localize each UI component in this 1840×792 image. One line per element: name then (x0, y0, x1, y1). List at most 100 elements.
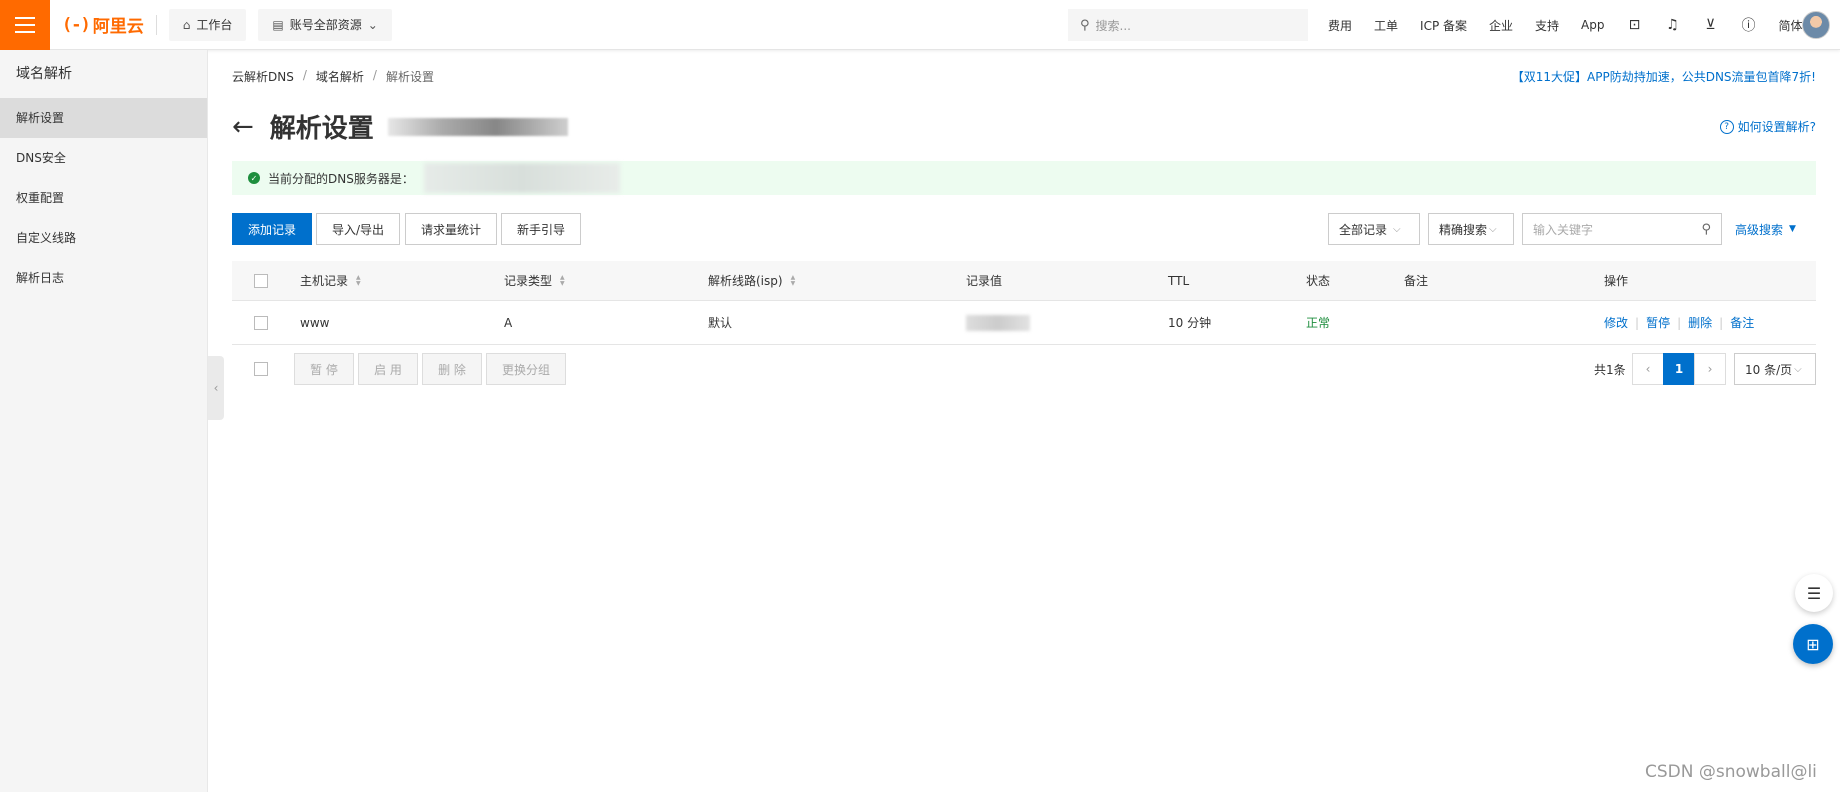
advanced-search-label: 高级搜索 (1735, 222, 1784, 237)
bulk-enable-button[interactable]: 启 用 (358, 353, 418, 385)
guide-button[interactable]: 新手引导 (501, 213, 581, 245)
prev-page-button[interactable]: ‹ (1632, 353, 1664, 385)
delete-record-link[interactable]: 删除 (1688, 314, 1712, 331)
keyword-placeholder: 输入关键字 (1533, 222, 1594, 237)
chat-icon: ☰ (1806, 583, 1822, 603)
sidebar: 域名解析 解析设置 DNS安全 权重配置 自定义线路 解析日志 (0, 50, 208, 792)
workbench-button[interactable]: ⌂ 工作台 (168, 8, 247, 41)
language-switch[interactable]: 简体 (1779, 17, 1803, 34)
home-icon: ⌂ (182, 17, 191, 32)
action-separator: | (1677, 315, 1682, 330)
cell-actions: 修改 | 暂停 | 删除 | 备注 (1604, 301, 1754, 344)
terminal-icon[interactable]: ⊡ (1627, 17, 1643, 33)
sidebar-collapse-button[interactable]: ‹ (208, 356, 224, 420)
status-badge: 正常 (1306, 316, 1331, 330)
col-remark: 备注 (1404, 274, 1429, 288)
top-links: 费用 工单 ICP 备案 企业 支持 App ⊡ ♫ ⊻ ⓘ 简体 (1328, 0, 1825, 50)
chevron-down-icon: ⌵ (1794, 363, 1802, 375)
hamburger-menu-button[interactable] (0, 0, 50, 50)
billing-link[interactable]: 费用 (1328, 17, 1352, 34)
col-host-label: 主机记录 (300, 274, 349, 288)
sort-icon: ▲ ▼ (560, 273, 565, 287)
search-icon[interactable]: ⚲ (1701, 222, 1711, 237)
breadcrumb-domain[interactable]: 域名解析 (316, 68, 364, 85)
col-value: 记录值 (966, 274, 1003, 288)
keyword-search-input[interactable]: 输入关键字 ⚲ (1522, 213, 1722, 245)
search-mode-value: 精确搜索 (1439, 222, 1488, 237)
sidebar-header[interactable]: 域名解析 (0, 50, 207, 98)
remark-record-link[interactable]: 备注 (1730, 314, 1754, 331)
chevron-left-icon: ‹ (213, 381, 219, 395)
row-checkbox[interactable] (254, 315, 268, 330)
enterprise-link[interactable]: 企业 (1489, 17, 1513, 34)
col-ttl: TTL (1168, 273, 1190, 288)
bulk-select-checkbox[interactable] (254, 362, 268, 376)
col-type[interactable]: 记录类型 ▲ ▼ (504, 261, 565, 300)
apps-icon: ⊞ (1806, 634, 1820, 654)
global-search-input[interactable]: ⚲ 搜索... (1068, 9, 1308, 41)
cell-line: 默认 (708, 316, 733, 330)
chevron-down-icon: ⌄ (367, 17, 378, 32)
help-link[interactable]: ? 如何设置解析? (1719, 118, 1816, 135)
record-filter-select[interactable]: 全部记录 ⌵ (1328, 213, 1420, 245)
search-mode-select[interactable]: 精确搜索 ⌵ (1428, 213, 1514, 245)
bulk-actions-bar: 暂 停 启 用 删 除 更换分组 共1条 ‹ 1 › 10 条/页 ⌵ (232, 353, 1816, 385)
caret-down-icon: ▼ (1789, 224, 1796, 234)
next-page-button[interactable]: › (1694, 353, 1726, 385)
col-line-label: 解析线路(isp) (708, 274, 783, 288)
resources-dropdown[interactable]: ▤ 账号全部资源 ⌄ (258, 8, 392, 41)
col-status: 状态 (1306, 274, 1331, 288)
ticket-link[interactable]: 工单 (1374, 17, 1398, 34)
pager-total: 共1条 (1594, 362, 1626, 377)
sidebar-item-dns-security[interactable]: DNS安全 (0, 138, 207, 178)
top-navbar: (-) 阿里云 ⌂ 工作台 ▤ 账号全部资源 ⌄ ⚲ 搜索... 费用 工单 I… (0, 0, 1840, 50)
search-icon: ⚲ (1080, 17, 1090, 33)
app-link[interactable]: App (1581, 18, 1604, 32)
page-size-select[interactable]: 10 条/页 ⌵ (1734, 353, 1816, 385)
edit-record-link[interactable]: 修改 (1604, 314, 1628, 331)
col-line[interactable]: 解析线路(isp) ▲ ▼ (708, 261, 795, 300)
chevron-right-icon: › (1707, 362, 1713, 376)
bulk-pause-button[interactable]: 暂 停 (294, 353, 354, 385)
breadcrumb-dns[interactable]: 云解析DNS (232, 68, 294, 85)
page-size-value: 10 条/页 (1745, 362, 1793, 377)
dns-server-notice: ✓ 当前分配的DNS服务器是： (232, 161, 1816, 195)
advanced-search-toggle[interactable]: 高级搜索 ▼ (1735, 213, 1796, 245)
divider (155, 14, 157, 35)
brand-name: 阿里云 (92, 17, 144, 37)
question-icon: ? (1719, 119, 1734, 134)
search-placeholder: 搜索... (1095, 18, 1131, 33)
change-group-button[interactable]: 更换分组 (486, 353, 566, 385)
select-all-checkbox[interactable] (254, 273, 268, 288)
breadcrumb: 云解析DNS / 域名解析 / 解析设置 (232, 68, 434, 85)
breadcrumb-separator: / (302, 68, 307, 82)
col-host[interactable]: 主机记录 ▲ ▼ (300, 261, 361, 300)
cart-icon[interactable]: ⊻ (1703, 17, 1719, 33)
sidebar-item-custom-line[interactable]: 自定义线路 (0, 218, 207, 258)
notice-text: 当前分配的DNS服务器是： (268, 171, 414, 186)
sidebar-item-dns-settings[interactable]: 解析设置 (0, 98, 207, 138)
col-type-label: 记录类型 (504, 274, 553, 288)
icp-link[interactable]: ICP 备案 (1420, 17, 1467, 34)
bell-icon[interactable]: ♫ (1665, 17, 1681, 33)
aliyun-logo[interactable]: (-) 阿里云 (62, 12, 144, 38)
avatar[interactable] (1802, 11, 1830, 39)
support-link[interactable]: 支持 (1535, 17, 1559, 34)
table-row: www A 默认 10 分钟 正常 修改 | 暂停 | 删除 | 备注 (232, 301, 1816, 345)
back-arrow-icon[interactable]: ← (232, 114, 254, 140)
watermark: CSDN @snowball@li (1645, 762, 1817, 782)
chat-float-button[interactable]: ☰ (1795, 574, 1833, 612)
bulk-delete-button[interactable]: 删 除 (422, 353, 482, 385)
pause-record-link[interactable]: 暂停 (1646, 314, 1670, 331)
import-export-button[interactable]: 导入/导出 (316, 213, 400, 245)
help-icon[interactable]: ⓘ (1741, 15, 1757, 35)
promo-link[interactable]: 【双11大促】APP防劫持加速，公共DNS流量包首降7折! (1512, 68, 1816, 85)
sidebar-item-dns-log[interactable]: 解析日志 (0, 258, 207, 298)
cell-ttl: 10 分钟 (1168, 316, 1212, 330)
request-stats-button[interactable]: 请求量统计 (405, 213, 497, 245)
page-1-button[interactable]: 1 (1663, 353, 1695, 385)
add-record-button[interactable]: 添加记录 (232, 213, 312, 245)
sidebar-item-weight-config[interactable]: 权重配置 (0, 178, 207, 218)
cell-host: www (300, 315, 330, 330)
apps-float-button[interactable]: ⊞ (1793, 624, 1833, 664)
